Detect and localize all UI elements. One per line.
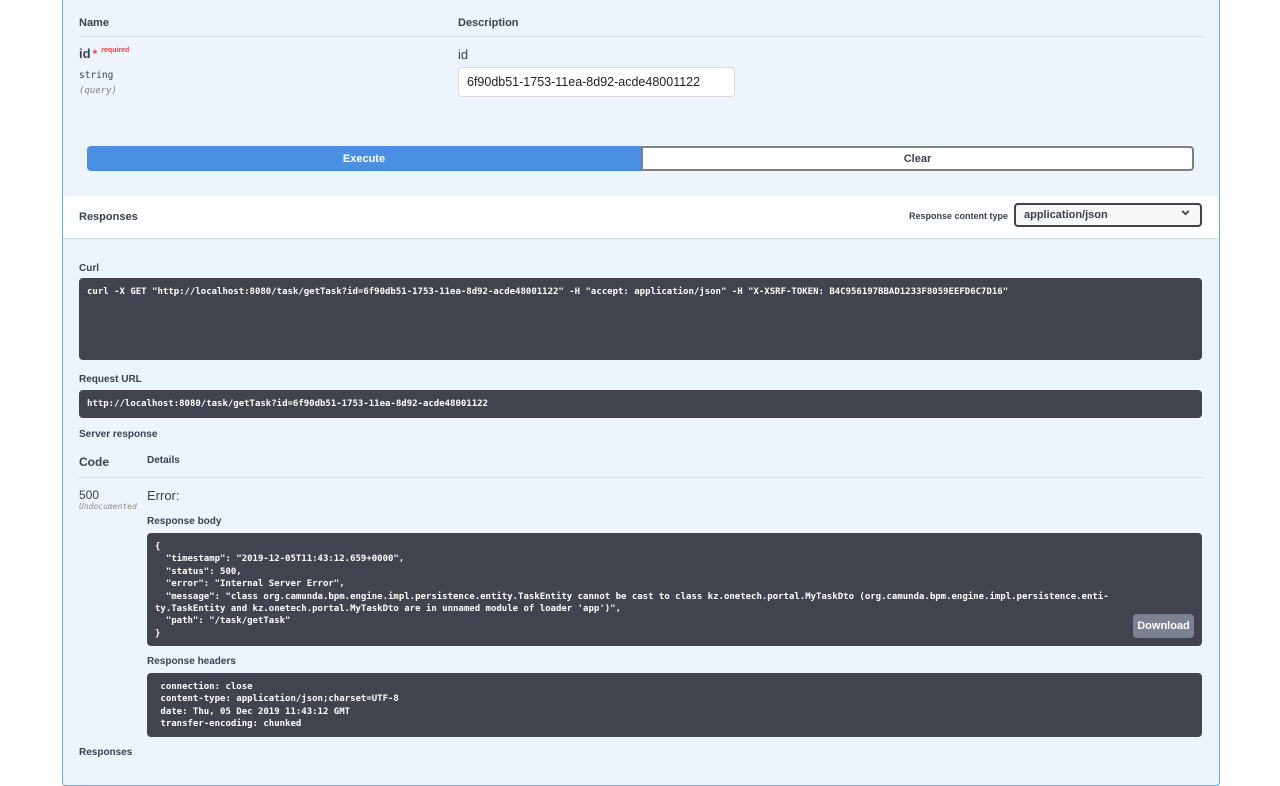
required-star: * <box>92 47 98 61</box>
request-url-label: Request URL <box>79 374 142 385</box>
response-headers-label: Response headers <box>147 656 236 667</box>
response-body: { "timestamp": "2019-12-05T11:43:12.659+… <box>147 533 1202 646</box>
param-location: (query) <box>79 86 117 96</box>
response-content-type-label: Response content type <box>909 211 1009 221</box>
parameters-table-header: Name Description <box>79 1 1203 37</box>
param-name: id * required <box>79 46 129 61</box>
responses-title: Responses <box>79 211 138 223</box>
response-headers: connection: close content-type: applicat… <box>147 673 1202 737</box>
clear-button[interactable]: Clear <box>641 146 1194 171</box>
error-title: Error: <box>147 488 180 503</box>
details-column-header: Details <box>147 455 180 466</box>
download-button[interactable]: Download <box>1133 614 1194 638</box>
responses-footer-label: Responses <box>79 747 133 758</box>
execute-button[interactable]: Execute <box>87 146 641 171</box>
param-description: id <box>458 47 469 62</box>
chevron-down-icon <box>1180 207 1191 222</box>
param-name-label: id <box>79 46 91 61</box>
operation-block: Name Description id * required string (que… <box>62 0 1220 786</box>
id-input[interactable]: 6f90db51-1753-11ea-8d92-acde48001122 <box>458 67 735 97</box>
request-url-value: http://localhost:8080/task/getTask?id=6f… <box>79 390 1202 418</box>
response-undocumented: Undocumented <box>79 502 137 511</box>
required-label: required <box>101 47 130 54</box>
response-content-type-select[interactable]: application/json <box>1014 203 1202 227</box>
server-response-label: Server response <box>79 429 158 440</box>
responses-header: Responses Response content type applicat… <box>63 196 1219 238</box>
execute-wrapper: Execute Clear <box>87 146 1194 171</box>
response-status-code: 500 <box>79 488 100 502</box>
response-row-divider <box>79 477 1203 478</box>
curl-command: curl -X GET "http://localhost:8080/task/… <box>79 278 1202 360</box>
code-column-header: Code <box>79 455 109 469</box>
column-name-header: Name <box>79 17 109 29</box>
response-body-label: Response body <box>147 516 222 527</box>
param-type: string <box>79 70 114 81</box>
response-content-type-value: application/json <box>1024 209 1108 221</box>
curl-label: Curl <box>79 263 99 274</box>
column-description-header: Description <box>458 17 519 29</box>
